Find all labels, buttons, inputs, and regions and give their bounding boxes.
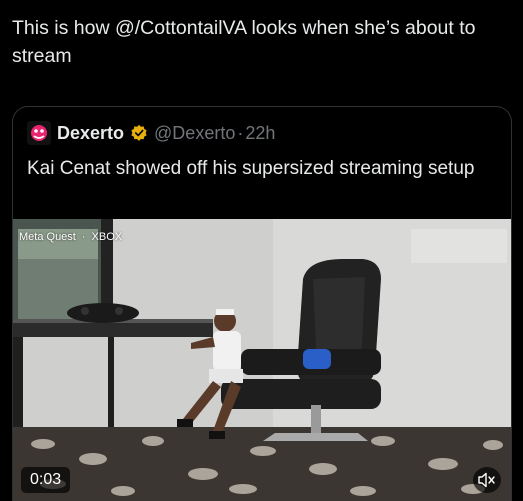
mute-button[interactable] — [473, 467, 501, 493]
quoted-tweet-card[interactable]: Dexerto @Dexerto · 22h Kai Cenat showed of… — [12, 106, 512, 501]
quote-author-name[interactable]: Dexerto — [57, 123, 124, 144]
meta-quest-logo: Meta Quest — [19, 231, 76, 243]
video-frame — [13, 219, 511, 501]
quote-text: Kai Cenat showed off his supersized stre… — [27, 158, 475, 179]
sponsor-separator: · — [81, 231, 86, 243]
video-timestamp: 0:03 — [21, 467, 71, 493]
dexerto-logo-icon — [27, 121, 51, 145]
xbox-logo: XBOX — [91, 231, 123, 243]
video-player[interactable]: Meta Quest · XBOX 0:03 — [13, 219, 511, 501]
quote-header: Dexerto @Dexerto · 22h — [27, 121, 275, 145]
tweet-text: This is how @/CottontailVA looks when sh… — [12, 17, 476, 67]
quote-author-handle[interactable]: @Dexerto — [154, 123, 235, 144]
quote-timestamp[interactable]: 22h — [245, 123, 275, 144]
verified-badge-icon — [131, 124, 147, 141]
dexerto-avatar[interactable] — [27, 121, 51, 145]
sponsor-overlay: Meta Quest · XBOX — [19, 231, 122, 243]
quote-separator: · — [237, 122, 244, 143]
speaker-muted-icon — [478, 472, 495, 488]
